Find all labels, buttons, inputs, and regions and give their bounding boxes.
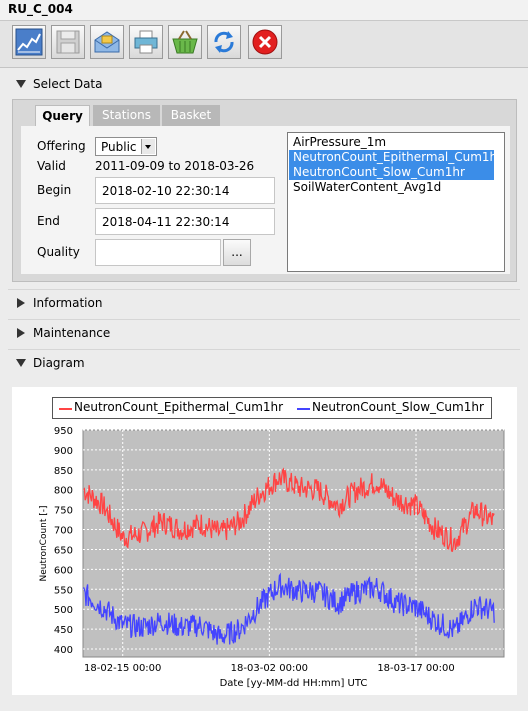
list-item[interactable]: AirPressure_1m [289,135,494,150]
list-item[interactable]: NeutronCount_Slow_Cum1hr [289,165,494,180]
diagram-panel: NeutronCount_Epithermal_Cum1hr NeutronCo… [12,387,517,695]
section-information[interactable]: Information [8,290,520,316]
tab-query[interactable]: Query [35,105,90,126]
x-tick-label: 18-03-02 00:00 [231,663,308,674]
chevron-right-icon [17,328,25,338]
y-tick-label: 400 [54,645,73,656]
query-tab-content: Offering Public Valid 2011-09-09 to 2018… [21,126,510,274]
list-item[interactable]: SoilWaterContent_Avg1d [289,180,494,195]
toolbar [0,21,528,68]
y-axis-label: NeutronCount [-] [39,505,49,581]
save-icon [56,30,80,54]
valid-label: Valid [37,159,66,173]
y-tick-label: 750 [54,506,73,517]
parameter-list[interactable]: AirPressure_1m NeutronCount_Epithermal_C… [287,132,505,272]
end-label: End [37,214,60,228]
offering-select[interactable]: Public [95,137,157,156]
refresh-icon [214,31,234,53]
begin-field[interactable]: 2018-02-10 22:30:14 [95,177,275,204]
print-icon [134,30,158,54]
y-tick-label: 550 [54,585,73,596]
y-tick-label: 950 [54,426,73,437]
section-maintenance-label: Maintenance [33,326,111,340]
section-select-data[interactable]: Select Data [8,71,520,97]
chevron-down-icon [16,359,26,367]
section-select-data-label: Select Data [33,77,103,91]
chevron-down-icon [145,145,151,149]
neutron-count-chart: 950 900 850 800 750 700 650 600 550 500 450 400 18-0… [39,426,505,689]
end-field[interactable]: 2018-04-11 22:30:14 [95,208,275,235]
begin-label: Begin [37,183,72,197]
tab-basket[interactable]: Basket [162,105,220,126]
section-information-label: Information [33,296,103,310]
quality-browse-button[interactable]: ... [223,239,251,266]
basket-icon [172,30,198,54]
section-diagram[interactable]: Diagram [8,350,520,376]
list-item[interactable]: NeutronCount_Epithermal_Cum1hr [289,150,502,165]
chart-icon [15,28,43,56]
select-arrow [141,139,155,154]
close-icon [252,29,278,55]
x-tick-label: 18-02-15 00:00 [84,663,161,674]
y-tick-label: 600 [54,565,73,576]
y-tick-label: 850 [54,466,73,477]
valid-range: 2011-09-09 to 2018-03-26 [95,159,255,173]
y-tick-label: 500 [54,605,73,616]
y-tick-label: 650 [54,545,73,556]
x-tick-label: 18-03-17 00:00 [377,663,454,674]
quality-field[interactable] [95,239,221,266]
window-title-bar: RU_C_004 [0,0,528,21]
y-tick-label: 900 [54,446,73,457]
query-panel: Query Stations Basket Offering Public Va… [12,99,517,282]
mail-icon [94,31,120,53]
save-button[interactable] [51,25,85,59]
y-tick-label: 450 [54,625,73,636]
quality-label: Quality [37,245,80,259]
print-button[interactable] [129,25,163,59]
chart-button[interactable] [12,25,46,59]
window-title: RU_C_004 [8,2,73,16]
refresh-button[interactable] [207,25,241,59]
y-tick-label: 800 [54,486,73,497]
section-maintenance[interactable]: Maintenance [8,320,520,346]
basket-button[interactable] [168,25,202,59]
section-diagram-label: Diagram [33,356,85,370]
chevron-right-icon [17,298,25,308]
offering-label: Offering [37,139,86,153]
mail-button[interactable] [90,25,124,59]
offering-value: Public [101,140,137,154]
tab-stations[interactable]: Stations [93,105,160,126]
y-tick-label: 700 [54,526,73,537]
x-axis-label: Date [yy-MM-dd HH:mm] UTC [220,678,368,689]
chevron-down-icon [16,80,26,88]
close-button[interactable] [248,25,282,59]
